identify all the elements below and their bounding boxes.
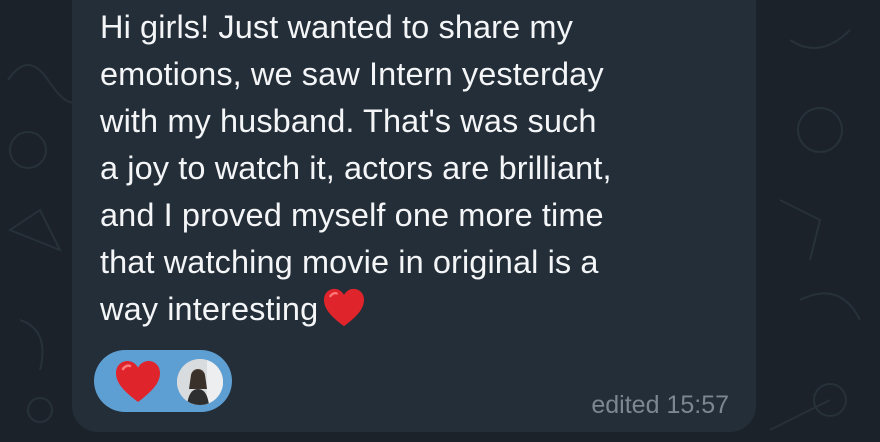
message-time: 15:57 <box>666 391 729 419</box>
message-meta: edited 15:57 <box>591 391 729 420</box>
message-text: Hi girls! Just wanted to share my emotio… <box>100 4 740 333</box>
user-avatar-image <box>177 359 223 405</box>
reactor-avatar[interactable] <box>177 359 223 405</box>
chat-background: Hi girls! Just wanted to share my emotio… <box>0 0 880 442</box>
message-body: Hi girls! Just wanted to share my emotio… <box>100 9 612 327</box>
red-heart-icon <box>324 288 365 327</box>
edited-label: edited <box>591 391 660 419</box>
reaction-heart-button[interactable] <box>94 350 232 412</box>
red-heart-icon <box>116 361 160 402</box>
